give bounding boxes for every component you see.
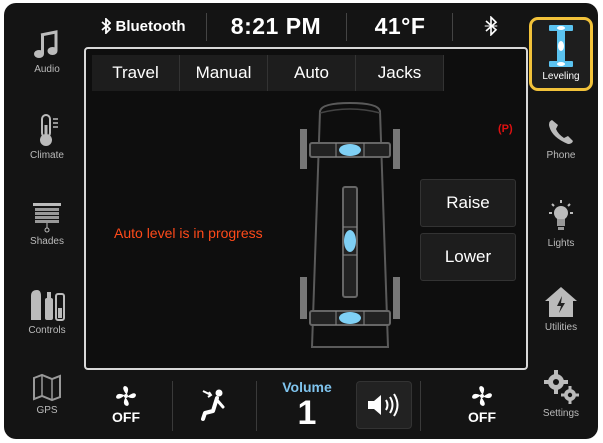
volume-display: Volume 1 [264, 375, 350, 435]
rear-left-wheel [300, 277, 307, 319]
light-bulb-icon [549, 200, 573, 230]
nav-utilities[interactable]: Utilities [528, 285, 594, 333]
nav-gps[interactable]: GPS [14, 372, 80, 416]
nav-audio-label: Audio [34, 64, 60, 75]
shades-icon [33, 203, 61, 233]
status-bar: Bluetooth 8:21 PM 41°F [88, 9, 526, 43]
nav-settings[interactable]: Settings [528, 369, 594, 419]
speaker-button[interactable] [356, 381, 412, 429]
nav-climate-label: Climate [30, 150, 64, 161]
gears-icon [544, 370, 579, 404]
tab-auto[interactable]: Auto [268, 55, 356, 91]
nav-lights-label: Lights [547, 238, 575, 249]
tab-manual[interactable]: Manual [180, 55, 268, 91]
bluetooth-icon [100, 18, 111, 34]
divider [256, 381, 257, 431]
nav-controls-label: Controls [28, 325, 66, 336]
front-left-wheel [300, 129, 307, 169]
nav-gps-label: GPS [36, 405, 58, 416]
music-note-icon [34, 30, 58, 58]
app-frame: Bluetooth 8:21 PM 41°F Audio Climate Sha… [4, 3, 598, 439]
front-right-wheel [393, 129, 400, 169]
clock: 8:21 PM [230, 12, 322, 39]
nav-controls[interactable]: Controls [14, 286, 80, 336]
raise-button[interactable]: Raise [420, 179, 516, 227]
phone-icon [549, 120, 573, 144]
rear-level-bubble [339, 312, 361, 324]
fan-right-button[interactable]: OFF [444, 375, 520, 435]
parking-brake-icon: (P) [498, 123, 513, 135]
nav-phone-label: Phone [546, 150, 576, 161]
bluetooth-connection [456, 9, 526, 43]
fan-icon [472, 386, 492, 406]
nav-lights[interactable]: Lights [528, 199, 594, 249]
tab-jacks[interactable]: Jacks [356, 55, 444, 91]
nav-shades-label: Shades [30, 236, 64, 247]
bluetooth-status: Bluetooth [88, 9, 198, 43]
nav-leveling[interactable]: Leveling [529, 17, 593, 91]
center-level-bubble [344, 230, 356, 252]
tab-travel[interactable]: Travel [92, 55, 180, 91]
bottom-control-bar: OFF Volume 1 OFF [88, 375, 526, 435]
nav-leveling-label: Leveling [542, 71, 580, 82]
speaker-icon [368, 393, 399, 417]
front-level-bubble [339, 144, 361, 156]
seat-airflow-icon [201, 389, 225, 421]
rear-right-wheel [393, 277, 400, 319]
fan-icon [116, 386, 136, 406]
leveling-panel: Travel Manual Auto Jacks Auto level is i… [84, 47, 528, 370]
auto-level-status: Auto level is in progress [114, 225, 263, 241]
divider [206, 13, 207, 41]
vehicle-level-diagram [300, 101, 400, 348]
divider [420, 381, 421, 431]
nav-phone[interactable]: Phone [528, 117, 594, 161]
divider [346, 13, 347, 41]
nav-shades[interactable]: Shades [14, 201, 80, 247]
volume-value: 1 [297, 394, 317, 432]
house-power-icon [545, 287, 577, 317]
bluetooth-label: Bluetooth [115, 17, 186, 35]
temperature: 41°F [374, 12, 426, 39]
volume-label: Volume [282, 379, 332, 395]
divider [172, 381, 173, 431]
tab-bar: Travel Manual Auto Jacks [86, 49, 526, 95]
fan-right-label: OFF [468, 409, 496, 425]
airflow-mode-button[interactable] [178, 375, 252, 435]
thermometer-icon [40, 114, 58, 146]
nav-utilities-label: Utilities [544, 322, 578, 333]
map-icon [33, 373, 61, 402]
divider [452, 13, 453, 41]
nav-settings-label: Settings [542, 408, 580, 419]
bluetooth-icon [484, 16, 498, 36]
lower-button[interactable]: Lower [420, 233, 516, 281]
fan-left-label: OFF [112, 409, 140, 425]
nav-climate[interactable]: Climate [14, 113, 80, 161]
leveling-icon [549, 25, 573, 67]
nav-audio[interactable]: Audio [14, 29, 80, 75]
controls-icon [31, 290, 65, 321]
fan-left-button[interactable]: OFF [88, 375, 164, 435]
